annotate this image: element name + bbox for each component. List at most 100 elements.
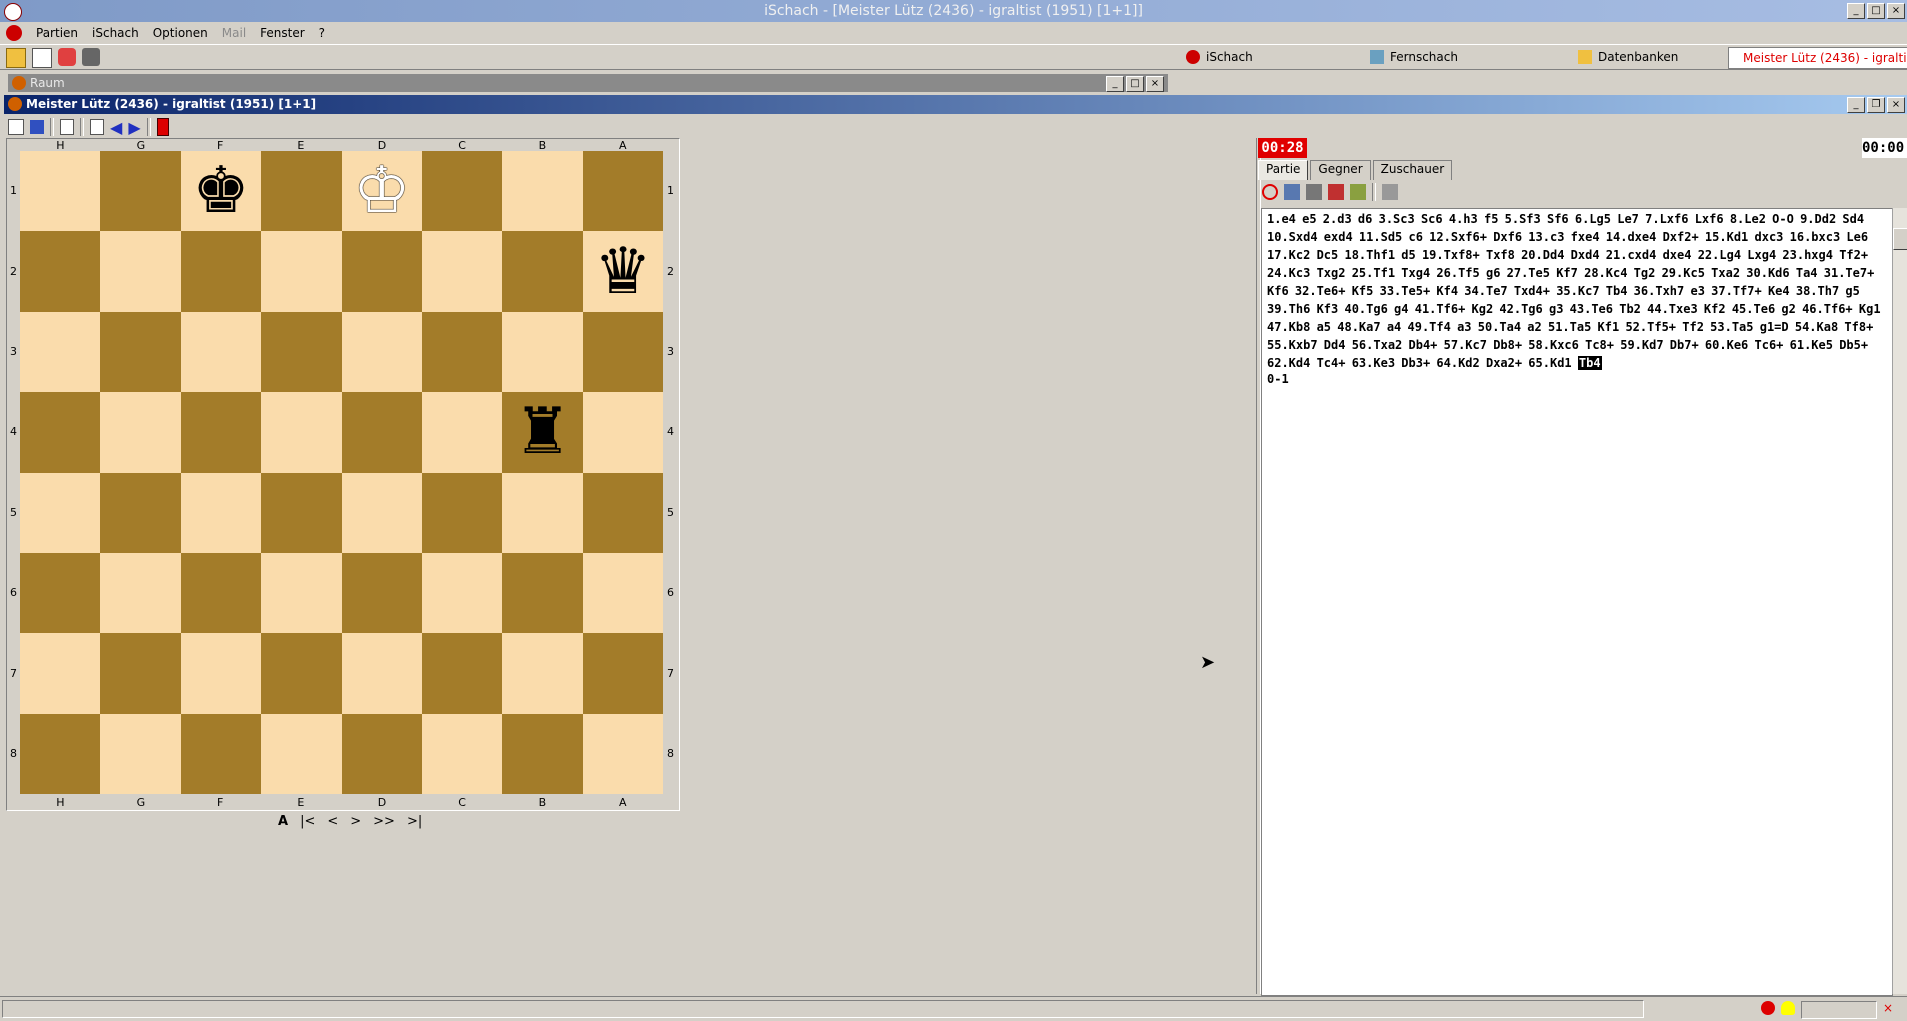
square-b3[interactable] <box>502 311 583 393</box>
square-h6[interactable] <box>20 552 101 634</box>
square-b5[interactable] <box>502 472 583 553</box>
game-close-button[interactable]: × <box>1887 97 1905 113</box>
square-b7[interactable] <box>502 633 583 714</box>
open-folder-icon[interactable] <box>6 48 26 68</box>
square-f5[interactable] <box>180 472 262 553</box>
new-game-icon[interactable] <box>90 119 104 135</box>
square-h5[interactable] <box>20 472 101 553</box>
square-e3[interactable] <box>261 311 342 393</box>
square-e5[interactable] <box>261 472 342 553</box>
move-list[interactable]: 1.e4 e5 2.d3 d6 3.Sc3 Sc6 4.h3 f5 5.Sf3 … <box>1261 208 1893 996</box>
square-h4[interactable] <box>20 392 101 473</box>
chess-board[interactable]: ♚ ♔ ♛ ♜ <box>20 151 664 795</box>
nav-fast-forward-button[interactable]: >> <box>373 814 395 829</box>
menu-optionen[interactable]: Optionen <box>153 26 208 40</box>
square-e2[interactable] <box>261 231 342 312</box>
export-icon[interactable] <box>1284 184 1300 200</box>
square-c5[interactable] <box>421 472 503 553</box>
tab-zuschauer[interactable]: Zuschauer <box>1372 160 1453 180</box>
square-b8[interactable] <box>502 713 583 795</box>
square-a3[interactable] <box>582 311 664 393</box>
back-arrow-icon[interactable]: ◀ <box>110 118 122 137</box>
menu-help[interactable]: ? <box>319 26 325 40</box>
record-icon[interactable] <box>1760 1001 1775 1015</box>
nav-analysis-button[interactable]: A <box>278 814 288 829</box>
app-menu-icon[interactable] <box>6 25 22 41</box>
piece-d1[interactable]: ♔ <box>353 159 410 223</box>
square-c6[interactable] <box>421 552 503 634</box>
square-e1[interactable] <box>261 151 342 232</box>
connect-icon[interactable] <box>58 48 76 66</box>
delete-icon[interactable] <box>1306 184 1322 200</box>
copy-icon[interactable] <box>1350 184 1366 200</box>
square-a2[interactable]: ♛ <box>582 231 664 312</box>
piece-f1[interactable]: ♚ <box>192 159 249 223</box>
square-e6[interactable] <box>261 552 342 634</box>
square-d6[interactable] <box>341 552 422 634</box>
square-a7[interactable] <box>582 633 664 714</box>
forward-arrow-icon[interactable]: ▶ <box>128 118 140 137</box>
square-a4[interactable] <box>582 392 664 473</box>
clock-icon[interactable] <box>156 118 169 136</box>
menu-ischach[interactable]: iSchach <box>92 26 139 40</box>
square-a6[interactable] <box>582 552 664 634</box>
game-minimize-button[interactable]: _ <box>1847 97 1865 113</box>
square-g2[interactable] <box>100 231 181 312</box>
menu-fenster[interactable]: Fenster <box>260 26 305 40</box>
pin-icon[interactable] <box>1328 184 1344 200</box>
tab-partie[interactable]: Partie <box>1258 160 1309 180</box>
square-c1[interactable] <box>421 151 503 232</box>
game-restore-button[interactable]: ❐ <box>1867 97 1885 113</box>
square-c8[interactable] <box>421 713 503 795</box>
square-e7[interactable] <box>261 633 342 714</box>
square-c7[interactable] <box>421 633 503 714</box>
lightbulb-icon[interactable] <box>1780 1001 1795 1015</box>
nav-last-button[interactable]: >| <box>407 814 422 829</box>
tab-gegner[interactable]: Gegner <box>1310 160 1371 180</box>
raum-window-bar[interactable]: Raum _ □ × <box>8 74 1168 92</box>
square-g7[interactable] <box>100 633 181 714</box>
last-move[interactable]: Tb4 <box>1577 356 1602 370</box>
square-d7[interactable] <box>341 633 422 714</box>
square-b6[interactable] <box>502 552 583 634</box>
square-f4[interactable] <box>180 392 262 473</box>
tab-datenbanken[interactable]: Datenbanken <box>1570 47 1728 67</box>
square-d4[interactable] <box>341 392 422 473</box>
minimize-button[interactable]: _ <box>1847 3 1865 19</box>
square-h3[interactable] <box>20 311 101 393</box>
square-a5[interactable] <box>582 472 664 553</box>
game-window-title-bar[interactable]: Meister Lütz (2436) - igraltist (1951) [… <box>4 95 1907 114</box>
square-f2[interactable] <box>180 231 262 312</box>
raum-close-button[interactable]: × <box>1146 76 1164 92</box>
square-b4[interactable]: ♜ <box>502 392 583 473</box>
move-list-scrollbar[interactable] <box>1892 208 1907 994</box>
tab-ischach[interactable]: iSchach <box>1178 47 1362 67</box>
menu-partien[interactable]: Partien <box>36 26 78 40</box>
flip-board-icon[interactable] <box>30 120 44 134</box>
nav-next-button[interactable]: > <box>350 814 361 829</box>
maximize-button[interactable]: □ <box>1867 3 1885 19</box>
nav-prev-button[interactable]: < <box>327 814 338 829</box>
settings-icon[interactable] <box>82 48 100 66</box>
window-title-bar[interactable]: iSchach - [Meister Lütz (2436) - igralti… <box>0 0 1907 22</box>
square-c2[interactable] <box>421 231 503 312</box>
square-g5[interactable] <box>100 472 181 553</box>
square-d8[interactable] <box>341 713 422 795</box>
square-f6[interactable] <box>180 552 262 634</box>
square-h1[interactable] <box>20 151 101 232</box>
copy-game-icon[interactable] <box>8 119 24 135</box>
stop-icon[interactable] <box>1262 184 1278 200</box>
square-d2[interactable] <box>341 231 422 312</box>
notation-icon[interactable] <box>60 119 74 135</box>
square-a8[interactable] <box>582 713 664 795</box>
square-f8[interactable] <box>180 713 262 795</box>
square-f7[interactable] <box>180 633 262 714</box>
nav-first-button[interactable]: |< <box>300 814 315 829</box>
square-f3[interactable] <box>180 311 262 393</box>
piece-a2[interactable]: ♛ <box>594 240 651 304</box>
new-file-icon[interactable] <box>32 48 52 68</box>
square-h8[interactable] <box>20 713 101 795</box>
square-b1[interactable] <box>502 151 583 232</box>
square-b2[interactable] <box>502 231 583 312</box>
square-c4[interactable] <box>421 392 503 473</box>
